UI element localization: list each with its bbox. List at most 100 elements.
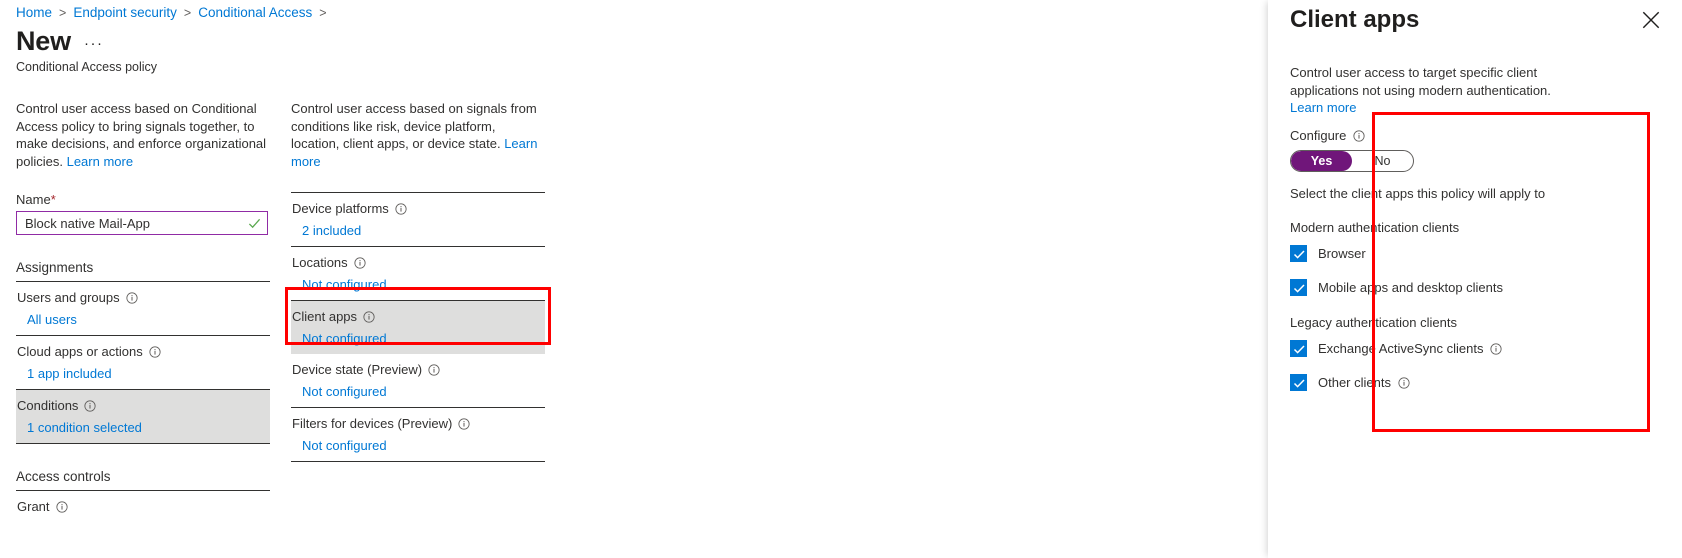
row-label: Locations	[292, 255, 348, 270]
checkbox-label-text: Other clients	[1318, 375, 1391, 390]
configure-label-text: Configure	[1290, 128, 1347, 143]
checkbox-label: Mobile apps and desktop clients	[1318, 280, 1503, 295]
row-conditions[interactable]: Conditions 1 condition selected	[16, 390, 270, 443]
checkbox-row-mobile-apps-and-desktop-clients[interactable]: Mobile apps and desktop clients	[1290, 279, 1590, 296]
row-device-platforms[interactable]: Device platforms 2 included	[291, 193, 545, 246]
name-label-text: Name	[16, 192, 51, 207]
page-title: New	[16, 26, 71, 56]
breadcrumb-item-home[interactable]: Home	[16, 5, 52, 20]
row-title: Locations	[291, 255, 545, 270]
breadcrumb-separator: >	[183, 5, 192, 20]
divider	[291, 461, 545, 462]
configure-label: Configure	[1290, 128, 1590, 143]
info-icon[interactable]	[149, 345, 161, 358]
row-value[interactable]: Not configured	[291, 277, 545, 296]
checkbox-checked-icon[interactable]	[1290, 374, 1307, 391]
policy-description: Control user access based on Conditional…	[16, 100, 270, 170]
row-title: Device platforms	[291, 201, 545, 216]
row-title: Users and groups	[16, 290, 270, 305]
row-label: Device state (Preview)	[292, 362, 423, 377]
row-label: Cloud apps or actions	[17, 344, 143, 359]
row-title: Device state (Preview)	[291, 362, 545, 377]
info-icon[interactable]	[126, 291, 138, 304]
page-subtitle: Conditional Access policy	[16, 60, 158, 74]
row-value[interactable]: 2 included	[291, 223, 545, 242]
policy-basics-column: Control user access based on Conditional…	[16, 100, 270, 518]
row-title: Filters for devices (Preview)	[291, 416, 545, 431]
toggle-option-no[interactable]: No	[1352, 151, 1413, 171]
breadcrumb-separator: >	[319, 5, 327, 20]
row-title: Grant	[16, 499, 270, 514]
breadcrumb: Home > Endpoint security > Conditional A…	[16, 5, 334, 20]
close-icon[interactable]	[1640, 9, 1662, 31]
row-value[interactable]: All users	[16, 312, 270, 331]
learn-more-link[interactable]: Learn more	[67, 154, 133, 169]
panel-body: Configure Yes No Select the client apps …	[1290, 128, 1590, 408]
checkbox-checked-icon[interactable]	[1290, 279, 1307, 296]
checkbox-label-text: Exchange ActiveSync clients	[1318, 341, 1484, 356]
row-label: Device platforms	[292, 201, 389, 216]
checkbox-label-text: Mobile apps and desktop clients	[1318, 280, 1504, 295]
row-label: Grant	[17, 499, 50, 514]
row-value[interactable]: 1 app included	[16, 366, 270, 385]
valid-check-icon	[248, 218, 261, 228]
info-icon[interactable]	[395, 202, 407, 215]
learn-more-link[interactable]: Learn more	[1290, 100, 1356, 115]
client-apps-hint: Select the client apps this policy will …	[1290, 186, 1546, 201]
name-input-value: Block native Mail-App	[25, 215, 150, 231]
row-cloud-apps-or-actions[interactable]: Cloud apps or actions 1 app included	[16, 336, 270, 389]
row-label: Conditions	[17, 398, 79, 413]
divider	[16, 443, 270, 444]
configure-toggle[interactable]: Yes No	[1290, 150, 1414, 172]
assignments-heading: Assignments	[16, 260, 94, 275]
info-icon[interactable]	[354, 256, 366, 269]
info-icon[interactable]	[1398, 376, 1410, 389]
panel-title: Client apps	[1290, 6, 1420, 33]
info-icon[interactable]	[84, 399, 97, 412]
panel-description-text: Control user access to target specific c…	[1290, 65, 1551, 98]
access-controls-heading: Access controls	[16, 469, 111, 484]
group-heading-legacy-auth: Legacy authentication clients	[1290, 315, 1457, 330]
row-title: Cloud apps or actions	[16, 344, 270, 359]
breadcrumb-item-conditional-access[interactable]: Conditional Access	[198, 5, 312, 20]
row-title: Client apps	[291, 309, 545, 324]
checkbox-checked-icon[interactable]	[1290, 340, 1307, 357]
row-client-apps[interactable]: Client apps Not configured	[291, 301, 545, 354]
info-icon[interactable]	[363, 310, 375, 323]
checkbox-row-exchange-activesync-clients[interactable]: Exchange ActiveSync clients	[1290, 340, 1590, 357]
toggle-option-yes[interactable]: Yes	[1291, 151, 1352, 171]
checkbox-label: Other clients	[1318, 375, 1410, 390]
panel-description: Control user access to target specific c…	[1290, 64, 1562, 117]
row-value[interactable]: Not configured	[291, 331, 545, 350]
checkbox-label: Exchange ActiveSync clients	[1318, 341, 1503, 356]
name-field-label: Name*	[16, 192, 270, 207]
more-options-button[interactable]: ···	[84, 35, 104, 52]
row-device-state[interactable]: Device state (Preview) Not configured	[291, 354, 545, 407]
row-grant[interactable]: Grant	[16, 491, 270, 518]
info-icon[interactable]	[428, 363, 440, 376]
row-value[interactable]: 1 condition selected	[16, 420, 270, 439]
row-users-and-groups[interactable]: Users and groups All users	[16, 282, 270, 335]
group-heading-modern-auth: Modern authentication clients	[1290, 220, 1460, 235]
name-input[interactable]: Block native Mail-App	[16, 211, 268, 235]
row-value[interactable]: Not configured	[291, 384, 545, 403]
checkbox-row-browser[interactable]: Browser	[1290, 245, 1590, 262]
row-label: Users and groups	[17, 290, 120, 305]
checkbox-label-text: Browser	[1318, 246, 1366, 261]
info-icon[interactable]	[55, 500, 68, 513]
checkbox-row-other-clients[interactable]: Other clients	[1290, 374, 1590, 391]
row-value[interactable]: Not configured	[291, 438, 545, 457]
info-icon[interactable]	[1353, 129, 1365, 142]
row-filters-for-devices[interactable]: Filters for devices (Preview) Not config…	[291, 408, 545, 461]
breadcrumb-item-endpoint-security[interactable]: Endpoint security	[73, 5, 177, 20]
conditions-description: Control user access based on signals fro…	[291, 100, 545, 170]
checkbox-checked-icon[interactable]	[1290, 245, 1307, 262]
conditions-column: Control user access based on signals fro…	[291, 100, 545, 462]
row-locations[interactable]: Locations Not configured	[291, 247, 545, 300]
info-icon[interactable]	[458, 417, 470, 430]
row-label: Filters for devices (Preview)	[292, 416, 453, 431]
info-icon[interactable]	[1490, 342, 1503, 355]
breadcrumb-separator: >	[59, 5, 67, 20]
row-label: Client apps	[292, 309, 358, 324]
policy-description-text: Control user access based on Conditional…	[16, 101, 267, 169]
